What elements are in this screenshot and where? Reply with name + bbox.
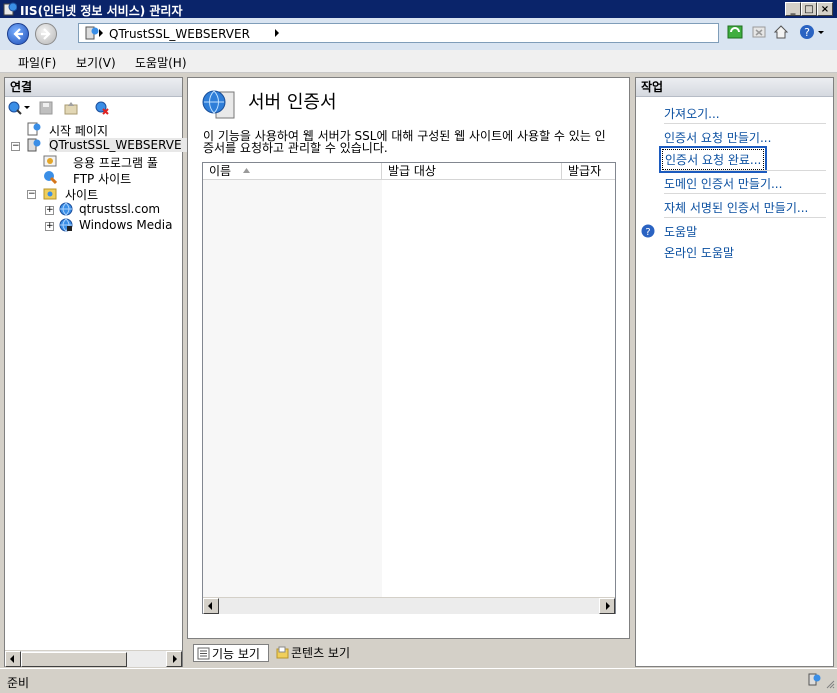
sort-ascending-icon — [243, 168, 250, 173]
column-header-name[interactable]: 이름 — [203, 163, 382, 179]
menu-help[interactable]: 도움말(H) — [135, 54, 187, 71]
ftp-icon — [44, 171, 57, 184]
tree-expand-qtrustssl[interactable]: + — [45, 206, 54, 215]
view-tabs: 기능 보기 콘텐츠 보기 — [187, 641, 632, 665]
up-level-icon[interactable] — [63, 100, 79, 116]
folder-icon — [43, 188, 57, 200]
scroll-right-button[interactable] — [166, 651, 182, 667]
actions-header: 작업 — [636, 78, 833, 97]
action-divider — [664, 217, 826, 218]
status-text: 준비 — [7, 676, 30, 690]
connections-toolbar — [5, 97, 182, 119]
server-icon — [85, 26, 99, 40]
table-hscrollbar[interactable] — [203, 597, 615, 614]
features-view-icon — [197, 647, 210, 660]
address-box[interactable]: QTrustSSL_WEBSERVER — [78, 23, 719, 43]
server-icon — [27, 138, 41, 152]
svg-text:?: ? — [645, 227, 650, 238]
app-pool-icon — [43, 155, 57, 167]
connections-header: 연결 — [5, 78, 182, 97]
home-icon[interactable] — [773, 24, 789, 40]
action-help[interactable]: 도움말 — [664, 223, 697, 240]
action-online-help[interactable]: 온라인 도움말 — [664, 244, 734, 261]
refresh-icon[interactable] — [727, 24, 743, 40]
certificates-table: 이름 발급 대상 발급자 — [202, 162, 616, 614]
minimize-button[interactable]: _ — [785, 2, 801, 16]
table-scroll-left-button[interactable] — [203, 598, 219, 614]
page-description: 이 기능을 사용하여 웹 서버가 SSL에 대해 구성된 웹 사이트에 사용할 … — [203, 129, 606, 155]
menu-file[interactable]: 파일(F) — [18, 54, 56, 71]
action-divider — [664, 193, 826, 194]
connect-dropdown-icon[interactable] — [24, 105, 30, 111]
action-complete-certificate-request[interactable]: 인증서 요청 완료... — [658, 146, 768, 173]
globe-icon — [59, 202, 73, 216]
breadcrumb-chevron-icon[interactable] — [275, 29, 279, 37]
action-divider — [664, 170, 826, 171]
server-status-icon — [808, 673, 821, 686]
scroll-left-button[interactable] — [5, 651, 21, 667]
globe-icon — [59, 218, 73, 232]
close-button[interactable]: × — [817, 2, 833, 16]
status-bar: 준비 — [0, 668, 837, 693]
help-icon: ? — [641, 224, 655, 238]
page-title: 서버 인증서 — [248, 92, 337, 113]
table-scroll-right-button[interactable] — [599, 598, 615, 614]
save-icon[interactable] — [38, 100, 54, 116]
sorted-column-highlight — [203, 180, 382, 597]
tab-content-view[interactable]: 콘텐츠 보기 — [273, 644, 363, 662]
address-bar-area: QTrustSSL_WEBSERVER ? — [0, 18, 837, 50]
delete-connection-icon[interactable] — [94, 100, 110, 116]
svg-text:?: ? — [804, 26, 810, 39]
maximize-button[interactable]: □ — [801, 2, 817, 16]
actions-pane: 작업 가져오기... 인증서 요청 만들기... 인증서 요청 완료... 도메… — [635, 77, 834, 667]
back-arrow-icon — [13, 28, 23, 40]
dropdown-chevron-icon[interactable] — [817, 24, 825, 40]
start-page-icon — [27, 122, 41, 136]
server-certificate-icon — [202, 90, 235, 119]
content-pane: 서버 인증서 이 기능을 사용하여 웹 서버가 SSL에 대해 구성된 웹 사이… — [187, 77, 630, 639]
forward-button[interactable] — [35, 23, 57, 45]
action-import[interactable]: 가져오기... — [664, 105, 720, 122]
breadcrumb-separator-icon — [99, 29, 103, 37]
action-create-self-signed-certificate[interactable]: 자체 서명된 인증서 만들기... — [664, 199, 808, 216]
table-header: 이름 발급 대상 발급자 — [203, 163, 615, 180]
tree-expand-windows-media[interactable]: + — [45, 222, 54, 231]
column-header-issued-to[interactable]: 발급 대상 — [382, 163, 562, 179]
tree-collapse-server[interactable]: − — [11, 142, 20, 151]
action-create-domain-certificate[interactable]: 도메인 인증서 만들기... — [664, 175, 782, 192]
connections-pane: 연결 시작 페이지 − QTrustSSL_WEBSERVE 응용 프로그램 풀… — [4, 77, 199, 667]
iis-app-icon — [3, 2, 17, 16]
tree-collapse-sites[interactable]: − — [27, 190, 36, 199]
forward-arrow-icon — [41, 28, 51, 40]
window-title: IIS(인터넷 정보 서비스) 관리자 — [20, 4, 183, 18]
breadcrumb-server[interactable]: QTrustSSL_WEBSERVER — [109, 27, 250, 41]
back-button[interactable] — [7, 23, 29, 45]
content-view-icon — [276, 646, 289, 659]
menu-bar: 파일(F) 보기(V) 도움말(H) — [0, 50, 837, 73]
stop-icon[interactable] — [751, 24, 767, 40]
column-header-issued-by[interactable]: 발급자 — [562, 163, 615, 179]
help-icon[interactable]: ? — [799, 24, 815, 40]
connect-icon[interactable] — [7, 100, 23, 116]
tab-features-view[interactable]: 기능 보기 — [193, 644, 269, 662]
menu-view[interactable]: 보기(V) — [76, 54, 116, 71]
action-divider — [664, 123, 826, 124]
action-create-certificate-request[interactable]: 인증서 요청 만들기... — [664, 129, 771, 146]
scroll-thumb[interactable] — [21, 652, 127, 667]
title-bar: IIS(인터넷 정보 서비스) 관리자 _ □ × — [0, 0, 837, 18]
connections-hscrollbar[interactable] — [5, 650, 182, 667]
resize-grip-icon[interactable] — [825, 679, 835, 689]
